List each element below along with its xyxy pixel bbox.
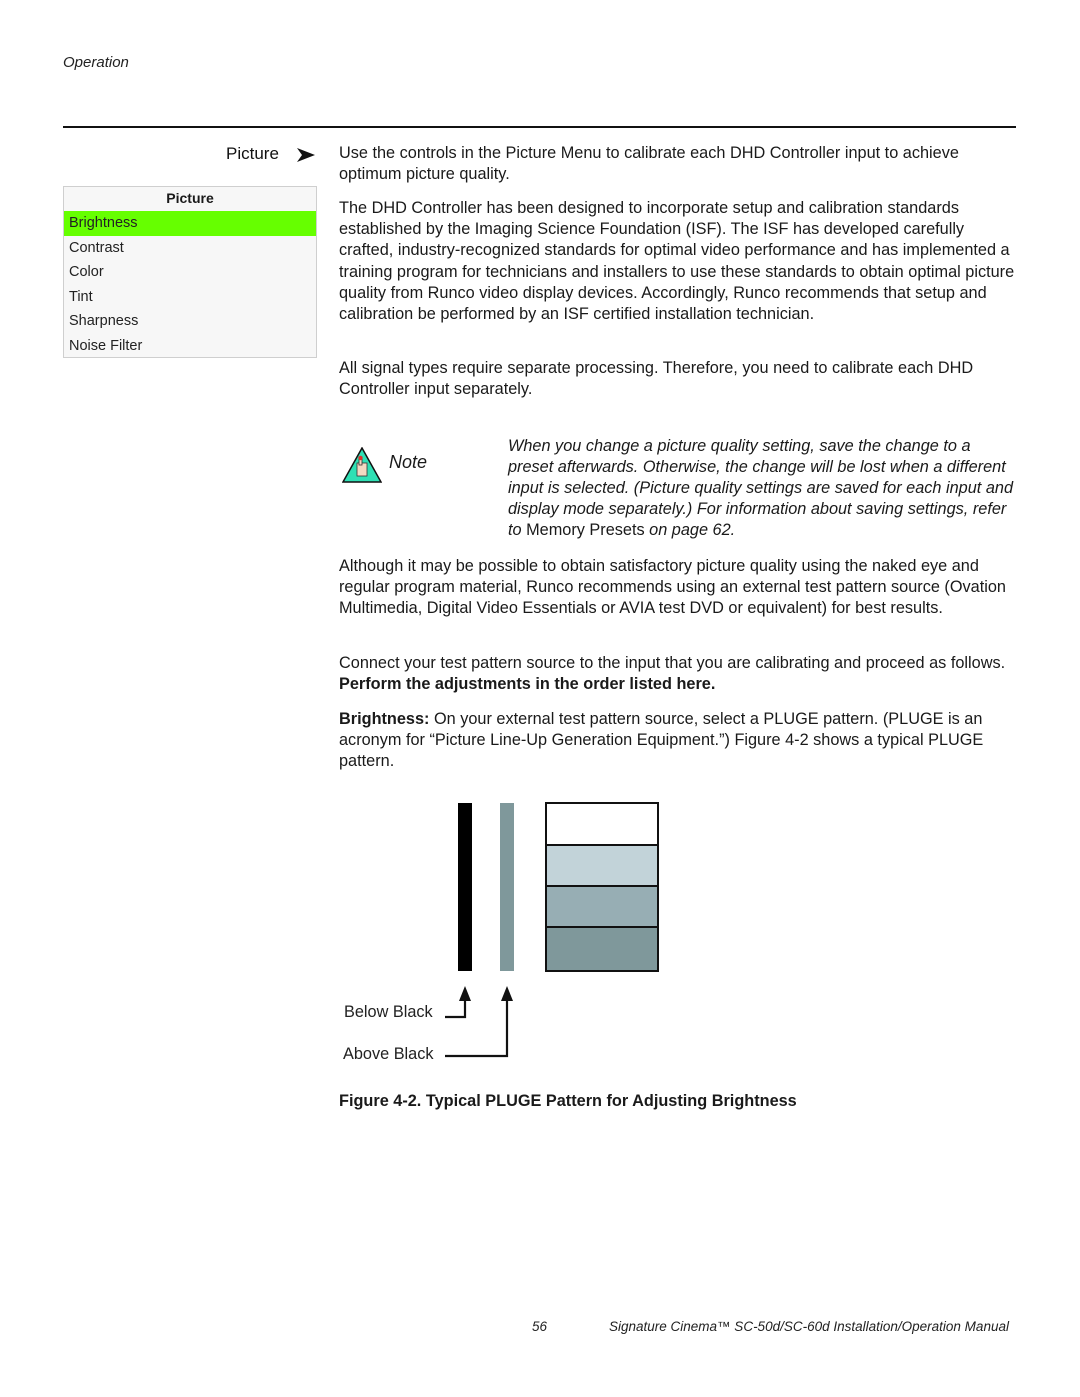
- note-page-ref: on page 62.: [644, 521, 736, 540]
- figure-caption: Figure 4-2. Typical PLUGE Pattern for Ad…: [339, 1092, 797, 1110]
- paragraph-isf-text: The DHD Controller has been designed to …: [339, 199, 1015, 324]
- gray-step-1: [545, 802, 659, 846]
- paragraph-connect-text: Connect your test pattern source to the …: [339, 654, 1006, 672]
- above-black-label: Above Black: [343, 1045, 434, 1063]
- menu-item-noise-filter[interactable]: Noise Filter: [64, 334, 316, 359]
- above-black-arrowhead-icon: [501, 986, 513, 1001]
- gray-step-4: [545, 926, 659, 972]
- paragraph-brightness: Brightness: On your external test patter…: [339, 709, 1019, 773]
- paragraph-test-pattern: Although it may be possible to obtain sa…: [339, 556, 1019, 620]
- paragraph-intro-text: Use the controls in the Picture Menu to …: [339, 144, 959, 184]
- above-black-leader: [445, 995, 509, 1058]
- page-number: 56: [532, 1319, 548, 1334]
- menu-title: Picture: [166, 190, 214, 206]
- paragraph-connect-emphasis: Perform the adjustments in the order lis…: [339, 675, 716, 694]
- paragraph-signal-types: All signal types require separate proces…: [339, 358, 1019, 400]
- pluge-pattern-diagram: [445, 802, 659, 1058]
- below-black-label: Below Black: [344, 1003, 433, 1021]
- brightness-term: Brightness:: [339, 710, 430, 728]
- menu-item-brightness[interactable]: Brightness: [64, 211, 316, 236]
- right-arrowhead-icon: [297, 148, 315, 162]
- header-rule: [63, 126, 1016, 128]
- note-hand-icon: [342, 447, 382, 483]
- paragraph-isf: The DHD Controller has been designed to …: [339, 198, 1019, 325]
- gray-step-3: [545, 885, 659, 928]
- below-black-bar: [458, 803, 472, 971]
- running-head: Operation: [63, 54, 129, 71]
- below-black-arrowhead-icon: [459, 986, 471, 1001]
- section-title: Picture: [226, 144, 279, 163]
- paragraph-connect: Connect your test pattern source to the …: [339, 653, 1019, 695]
- pluge-figure: Below Black Above Black: [340, 795, 680, 1070]
- paragraph-brightness-text: On your external test pattern source, se…: [339, 710, 984, 771]
- above-black-bar: [500, 803, 514, 971]
- menu-item-sharpness[interactable]: Sharpness: [64, 309, 316, 334]
- paragraph-test-pattern-text: Although it may be possible to obtain sa…: [339, 557, 1006, 618]
- picture-menu: Picture Brightness Contrast Color Tint S…: [63, 186, 317, 358]
- gray-step-2: [545, 844, 659, 887]
- menu-item-tint[interactable]: Tint: [64, 285, 316, 310]
- note-text: When you change a picture quality settin…: [508, 436, 1018, 541]
- paragraph-intro: Use the controls in the Picture Menu to …: [339, 143, 1019, 185]
- menu-item-contrast[interactable]: Contrast: [64, 236, 316, 261]
- manual-title: Signature Cinema™ SC-50d/SC-60d Installa…: [609, 1319, 1009, 1334]
- paragraph-signal-types-text: All signal types require separate proces…: [339, 359, 974, 399]
- memory-presets-reference[interactable]: Memory Presets: [526, 521, 645, 539]
- note-label: Note: [389, 452, 428, 472]
- menu-item-color[interactable]: Color: [64, 260, 316, 285]
